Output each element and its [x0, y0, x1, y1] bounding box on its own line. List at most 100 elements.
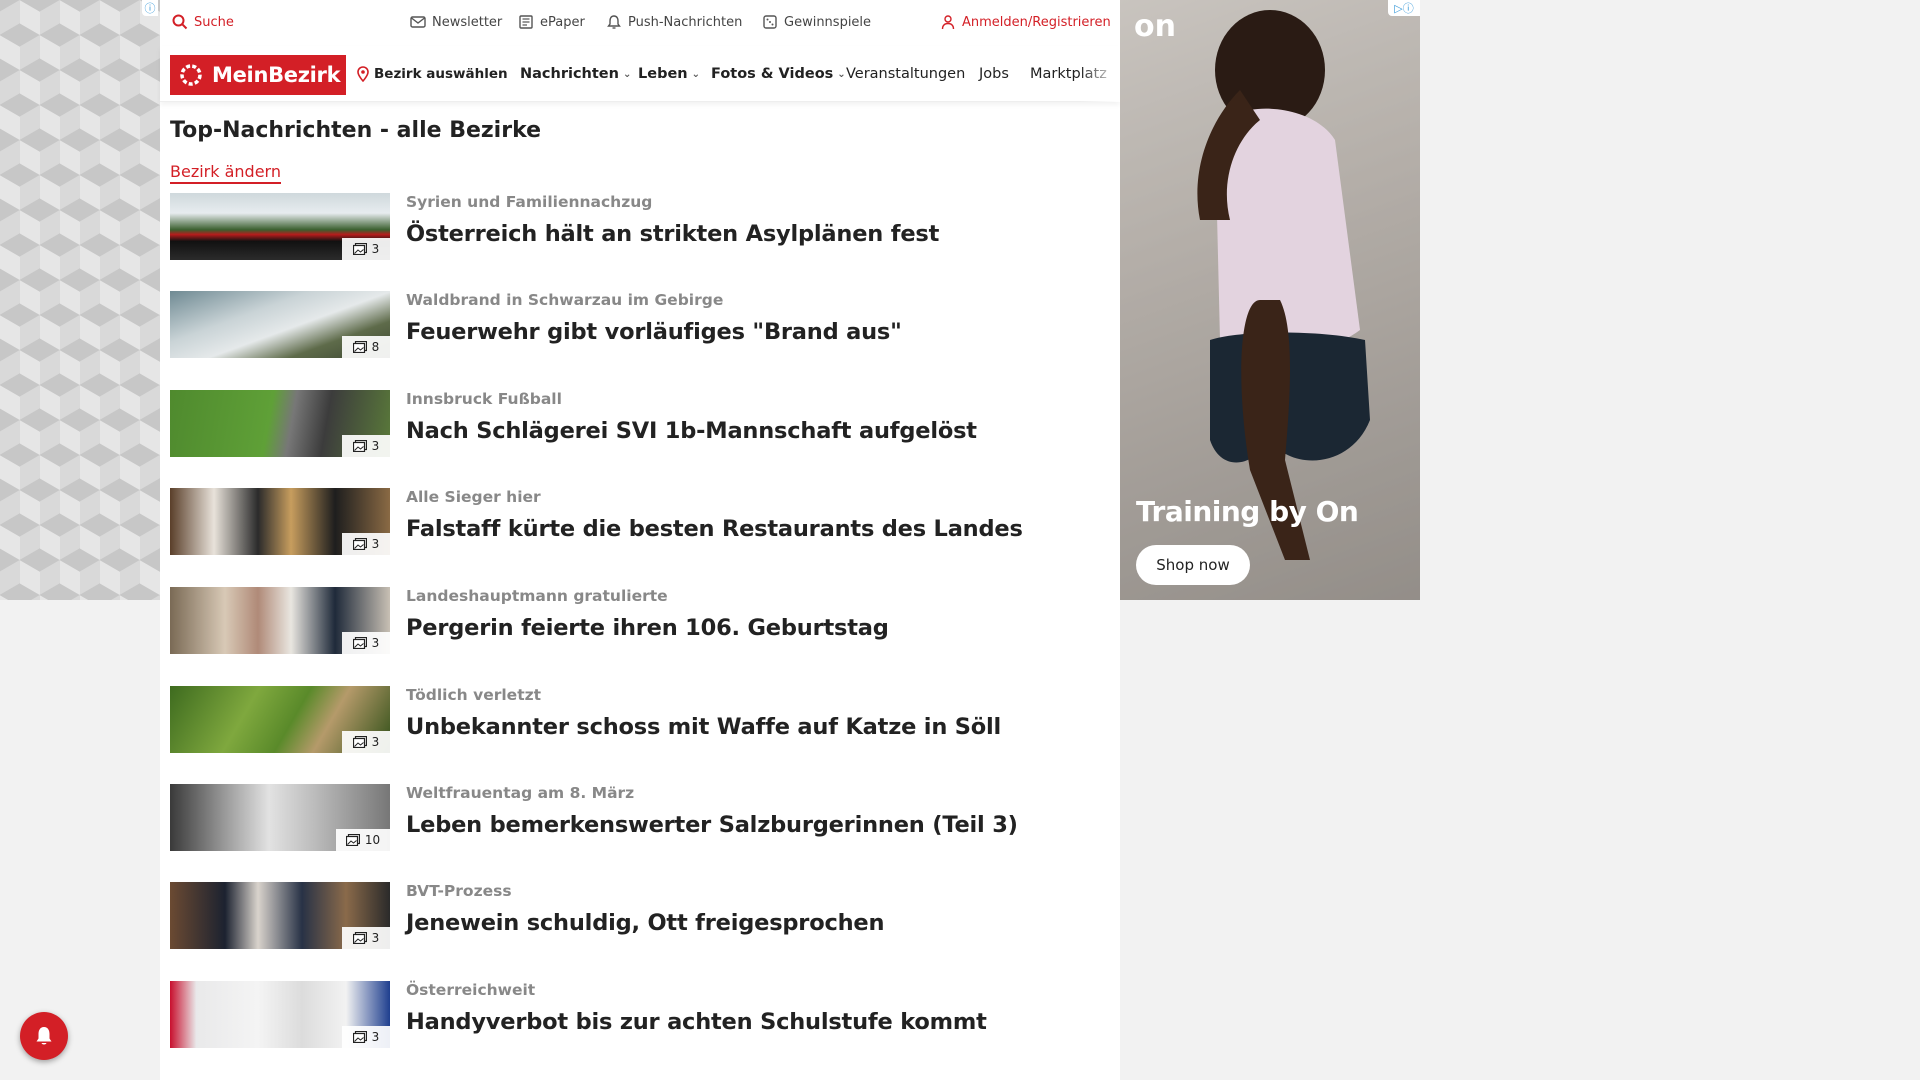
change-district-link[interactable]: Bezirk ändern — [170, 162, 281, 184]
photo-count: 3 — [371, 735, 380, 749]
nav-fade — [1080, 46, 1120, 102]
photo-count-badge: 3 — [342, 435, 390, 457]
select-district-button[interactable]: Bezirk auswählen — [356, 66, 508, 82]
article-headline[interactable]: Unbekannter schoss mit Waffe auf Katze i… — [406, 714, 1001, 740]
logo-text: MeinBezirk — [212, 63, 341, 87]
login-label: Anmelden/Registrieren — [962, 14, 1111, 30]
photo-count: 3 — [371, 931, 380, 945]
article-kicker: Syrien und Familiennachzug — [406, 193, 653, 211]
article-thumbnail: 3 — [170, 488, 390, 555]
article-headline[interactable]: Österreich hält an strikten Asylplänen f… — [406, 221, 939, 247]
article-thumbnail: 3 — [170, 587, 390, 654]
ad-choices-icon[interactable]: ▷ⓘ — [1388, 0, 1420, 16]
nav-label: Fotos & Videos — [711, 66, 834, 82]
photo-count-badge: 3 — [342, 927, 390, 949]
article-kicker: Österreichweit — [406, 981, 536, 999]
left-background-ad — [0, 0, 160, 600]
bell-icon — [607, 15, 621, 29]
article-headline[interactable]: Jenewein schuldig, Ott freigesprochen — [406, 910, 884, 936]
article-kicker: BVT-Prozess — [406, 882, 512, 900]
chevron-down-icon: ⌄ — [837, 68, 846, 80]
gallery-icon — [352, 932, 367, 944]
article-kicker: Innsbruck Fußball — [406, 390, 562, 408]
gallery-icon — [352, 736, 367, 748]
dice-icon — [763, 15, 777, 29]
nav-item-fotos-videos[interactable]: Fotos & Videos ⌄ — [711, 66, 846, 82]
chevron-down-icon: ⌄ — [622, 68, 632, 80]
article-headline[interactable]: Handyverbot bis zur achten Schulstufe ko… — [406, 1009, 987, 1035]
article-item[interactable]: 10 Weltfrauentag am 8. März Leben bemerk… — [170, 784, 1070, 852]
article-thumbnail: 3 — [170, 882, 390, 949]
photo-count: 3 — [371, 439, 380, 453]
photo-count-badge: 3 — [342, 1026, 390, 1048]
newsletter-link[interactable]: Newsletter — [410, 14, 502, 30]
article-headline[interactable]: Nach Schlägerei SVI 1b-Mannschaft aufgel… — [406, 418, 977, 444]
push-notifications-link[interactable]: Push-Nachrichten — [606, 14, 742, 30]
article-item[interactable]: 3 Tödlich verletzt Unbekannter schoss mi… — [170, 686, 1070, 754]
photo-count-badge: 10 — [336, 829, 390, 851]
photo-count-badge: 3 — [342, 533, 390, 555]
meinbezirk-logo[interactable]: MeinBezirk — [170, 55, 346, 95]
epaper-link[interactable]: ePaper — [518, 14, 585, 30]
article-item[interactable]: 3 Österreichweit Handyverbot bis zur ach… — [170, 981, 1070, 1049]
gallery-icon — [345, 834, 360, 846]
gallery-icon — [352, 440, 367, 452]
sidebar-advertisement[interactable]: ▷ⓘ on Training by On Shop now — [1120, 0, 1420, 600]
nav-label: Nachrichten — [520, 66, 619, 82]
photo-count: 3 — [371, 537, 380, 551]
newsletter-label: Newsletter — [432, 14, 503, 30]
gewinnspiele-label: Gewinnspiele — [784, 14, 872, 30]
gallery-icon — [352, 1031, 367, 1043]
article-headline[interactable]: Feuerwehr gibt vorläufiges "Brand aus" — [406, 319, 902, 345]
search-link[interactable]: Suche — [172, 14, 234, 30]
photo-count-badge: 3 — [342, 731, 390, 753]
nav-item-veranstaltungen[interactable]: Veranstaltungen — [846, 66, 965, 82]
article-thumbnail: 3 — [170, 390, 390, 457]
nav-label: Leben — [638, 66, 688, 82]
ad-shop-now-button[interactable]: Shop now — [1136, 545, 1250, 585]
article-item[interactable]: 8 Waldbrand in Schwarzau im Gebirge Feue… — [170, 291, 1070, 359]
article-thumbnail: 3 — [170, 981, 390, 1048]
main-column: Suche Newsletter ePaper Push-Nachrichten… — [160, 0, 1120, 1080]
article-thumbnail: 3 — [170, 193, 390, 260]
article-item[interactable]: 3 Alle Sieger hier Falstaff kürte die be… — [170, 488, 1070, 556]
article-kicker: Tödlich verletzt — [406, 686, 542, 704]
ad-title: Training by On — [1136, 495, 1359, 528]
article-kicker: Waldbrand in Schwarzau im Gebirge — [406, 291, 724, 309]
newspaper-icon — [519, 15, 533, 29]
search-icon — [172, 14, 188, 30]
gallery-icon — [352, 637, 367, 649]
photo-count-badge: 8 — [342, 336, 390, 358]
chevron-down-icon: ⌄ — [691, 68, 701, 80]
gewinnspiele-link[interactable]: Gewinnspiele — [762, 14, 871, 30]
push-notification-button[interactable] — [20, 1012, 68, 1060]
article-headline[interactable]: Pergerin feierte ihren 106. Geburtstag — [406, 615, 889, 641]
user-icon — [941, 15, 955, 30]
article-item[interactable]: 3 BVT-Prozess Jenewein schuldig, Ott fre… — [170, 882, 1070, 950]
article-thumbnail: 10 — [170, 784, 390, 851]
photo-count-badge: 3 — [342, 238, 390, 260]
photo-count: 3 — [371, 1030, 380, 1044]
search-label: Suche — [194, 14, 234, 30]
mail-icon — [410, 16, 426, 28]
login-link[interactable]: Anmelden/Registrieren — [940, 14, 1111, 30]
nav-item-nachrichten[interactable]: Nachrichten ⌄ — [520, 66, 631, 82]
article-item[interactable]: 3 Innsbruck Fußball Nach Schlägerei SVI … — [170, 390, 1070, 458]
nav-item-leben[interactable]: Leben ⌄ — [638, 66, 700, 82]
article-item[interactable]: 3 Landeshauptmann gratulierte Pergerin f… — [170, 587, 1070, 655]
article-headline[interactable]: Falstaff kürte die besten Restaurants de… — [406, 516, 1023, 542]
page-title: Top-Nachrichten - alle Bezirke — [170, 118, 542, 143]
article-item[interactable]: 3 Syrien und Familiennachzug Österreich … — [170, 193, 1070, 261]
nav-item-jobs[interactable]: Jobs — [979, 66, 1009, 82]
ad-info-icon[interactable]: ⓘ — [142, 0, 158, 16]
logo-flower-icon — [180, 64, 202, 86]
article-kicker: Weltfrauentag am 8. März — [406, 784, 635, 802]
push-label: Push-Nachrichten — [628, 14, 743, 30]
photo-count: 10 — [364, 833, 381, 847]
gallery-icon — [352, 341, 367, 353]
photo-count: 3 — [371, 636, 380, 650]
photo-count: 3 — [371, 242, 380, 256]
nav-label: Jobs — [979, 66, 1009, 82]
gallery-icon — [352, 538, 367, 550]
article-headline[interactable]: Leben bemerkenswerter Salzburgerinnen (T… — [406, 812, 1018, 838]
